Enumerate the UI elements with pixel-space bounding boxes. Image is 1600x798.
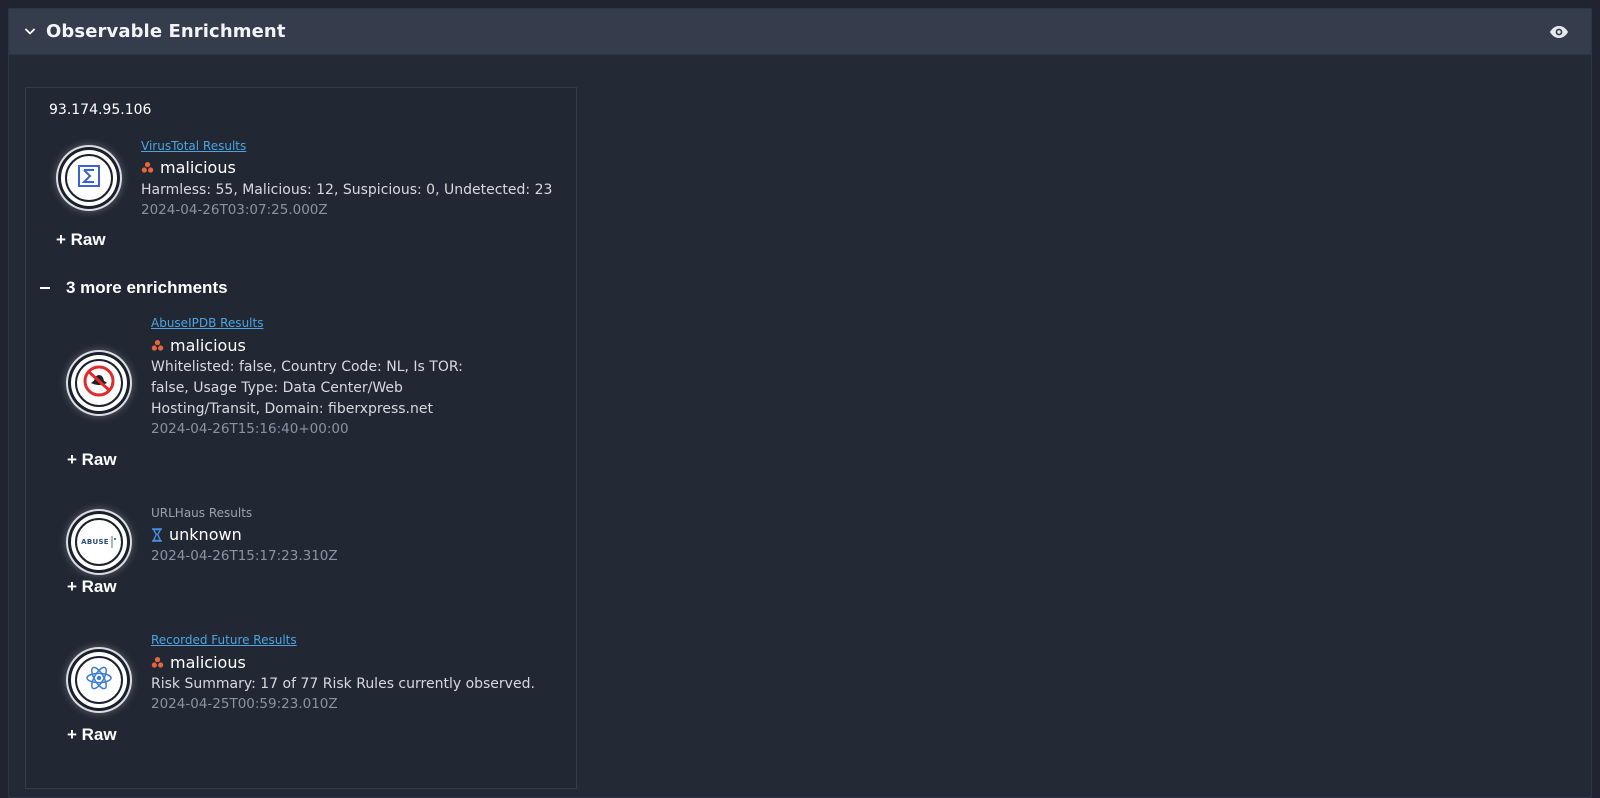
- verdict-label: malicious: [170, 653, 246, 672]
- enrichment-timestamp: 2024-04-25T00:59:23.010Z: [151, 696, 338, 712]
- raw-toggle-button[interactable]: + Raw: [67, 450, 117, 470]
- recorded-future-atom-icon: [84, 663, 114, 698]
- chevron-down-icon[interactable]: [23, 25, 37, 39]
- observable-value: 93.174.95.106: [49, 102, 152, 118]
- recorded-future-logo: [71, 652, 127, 708]
- collapse-dash-icon: [40, 287, 50, 289]
- abuse-ch-icon: ABUSE: [81, 536, 117, 548]
- raw-toggle-button[interactable]: + Raw: [67, 725, 117, 745]
- enrichment-timestamp: 2024-04-26T03:07:25.000Z: [141, 202, 328, 218]
- enrichment-description: Whitelisted: false, Country Code: NL, Is…: [151, 359, 463, 417]
- panel-header[interactable]: Observable Enrichment: [9, 9, 1591, 55]
- enrichment-panel: Observable Enrichment 93.174.95.106 Viru…: [8, 8, 1592, 798]
- enrichment-timestamp: 2024-04-26T15:16:40+00:00: [151, 421, 349, 437]
- virustotal-sigma-icon: [76, 163, 102, 194]
- panel-title: Observable Enrichment: [46, 21, 286, 42]
- urlhaus-results-label: URLHaus Results: [151, 506, 253, 520]
- raw-toggle-button[interactable]: + Raw: [56, 230, 106, 250]
- eye-icon[interactable]: [1549, 25, 1569, 39]
- biohazard-icon: [151, 657, 164, 668]
- verdict-malicious: malicious: [151, 653, 246, 672]
- verdict-unknown: unknown: [151, 525, 242, 544]
- verdict-label: malicious: [170, 336, 246, 355]
- virustotal-logo: [61, 150, 117, 206]
- abuseipdb-logo: [71, 355, 127, 411]
- verdict-label: malicious: [160, 158, 236, 177]
- abuseipdb-hat-icon: [82, 364, 116, 403]
- biohazard-icon: [151, 340, 164, 351]
- more-enrichments-toggle[interactable]: 3 more enrichments: [40, 278, 228, 298]
- abuseipdb-results-link[interactable]: AbuseIPDB Results: [151, 316, 263, 330]
- enrichment-timestamp: 2024-04-26T15:17:23.310Z: [151, 548, 338, 564]
- abuse-logo-text: ABUSE: [81, 538, 109, 546]
- observable-card: 93.174.95.106 VirusTotal Results malicio…: [25, 87, 577, 789]
- biohazard-icon: [141, 162, 154, 173]
- verdict-label: unknown: [169, 525, 242, 544]
- urlhaus-logo: ABUSE: [71, 514, 127, 570]
- virustotal-results-link[interactable]: VirusTotal Results: [141, 139, 246, 153]
- more-enrichments-label: 3 more enrichments: [66, 278, 228, 297]
- hourglass-icon: [152, 527, 162, 542]
- recorded-future-results-link[interactable]: Recorded Future Results: [151, 633, 297, 647]
- verdict-malicious: malicious: [151, 336, 246, 355]
- enrichment-description: Harmless: 55, Malicious: 12, Suspicious:…: [141, 182, 553, 198]
- raw-toggle-button[interactable]: + Raw: [67, 577, 117, 597]
- enrichment-description: Risk Summary: 17 of 77 Risk Rules curren…: [151, 676, 535, 692]
- verdict-malicious: malicious: [141, 158, 236, 177]
